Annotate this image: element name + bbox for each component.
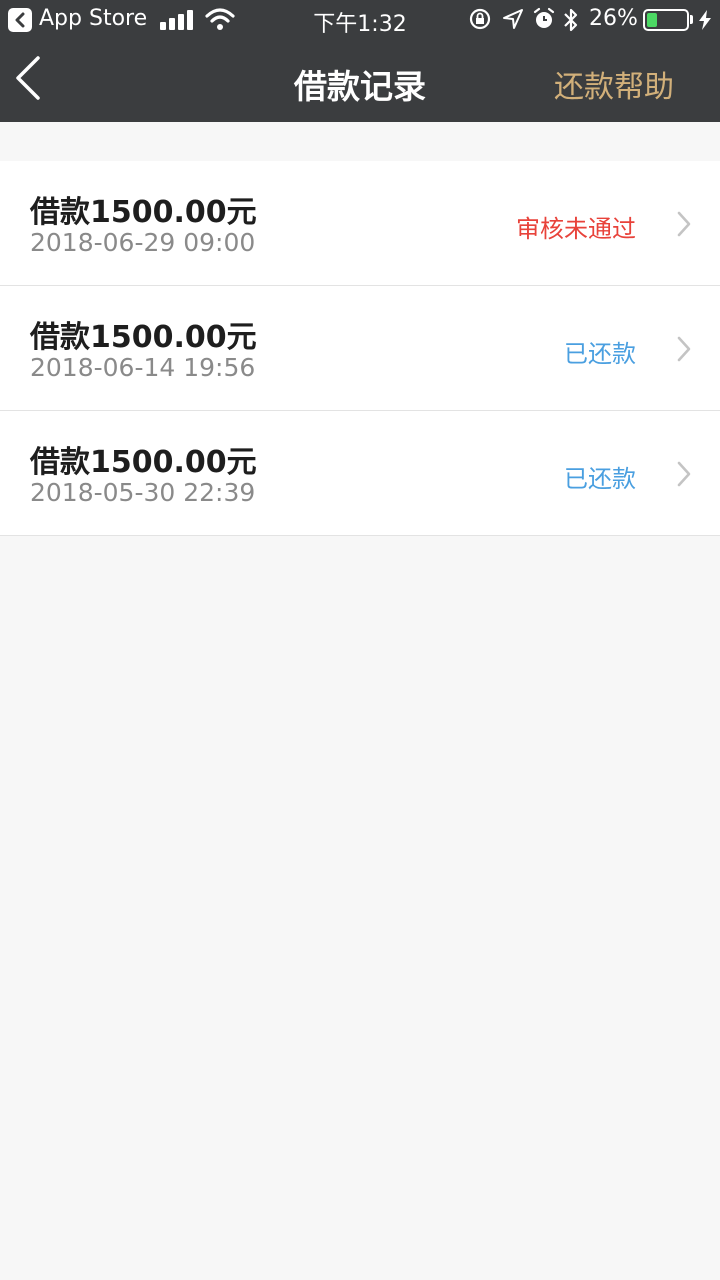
bluetooth-icon	[564, 8, 578, 32]
loan-date: 2018-06-29 09:00	[30, 228, 256, 257]
rotation-lock-icon	[469, 8, 491, 30]
loan-date: 2018-06-14 19:56	[30, 353, 256, 382]
loan-record-row[interactable]: 借款1500.00元 2018-05-30 22:39 已还款	[0, 411, 720, 536]
loan-status: 已还款	[564, 465, 636, 493]
repayment-help-link[interactable]: 还款帮助	[554, 62, 674, 106]
status-bar: App Store 下午1:32 26%	[0, 0, 720, 40]
loan-amount: 借款1500.00元	[30, 445, 257, 480]
loan-record-list: 借款1500.00元 2018-06-29 09:00 审核未通过 借款1500…	[0, 161, 720, 536]
chevron-right-icon	[677, 211, 691, 237]
loan-record-row[interactable]: 借款1500.00元 2018-06-14 19:56 已还款	[0, 286, 720, 411]
loan-record-row[interactable]: 借款1500.00元 2018-06-29 09:00 审核未通过	[0, 161, 720, 286]
chevron-right-icon	[677, 461, 691, 487]
battery-icon	[643, 9, 689, 31]
alarm-icon	[533, 7, 555, 28]
location-icon	[503, 9, 523, 29]
battery-nub	[690, 15, 693, 24]
charging-bolt-icon	[699, 10, 711, 30]
loan-date: 2018-05-30 22:39	[30, 478, 256, 507]
battery-level	[647, 13, 657, 27]
header: App Store 下午1:32 26% 借款记录 还款帮助	[0, 0, 720, 122]
loan-amount: 借款1500.00元	[30, 195, 257, 230]
loan-status: 已还款	[564, 340, 636, 368]
loan-amount: 借款1500.00元	[30, 320, 257, 355]
chevron-right-icon	[677, 336, 691, 362]
battery-percent: 26%	[589, 6, 638, 31]
loan-status: 审核未通过	[516, 215, 636, 243]
